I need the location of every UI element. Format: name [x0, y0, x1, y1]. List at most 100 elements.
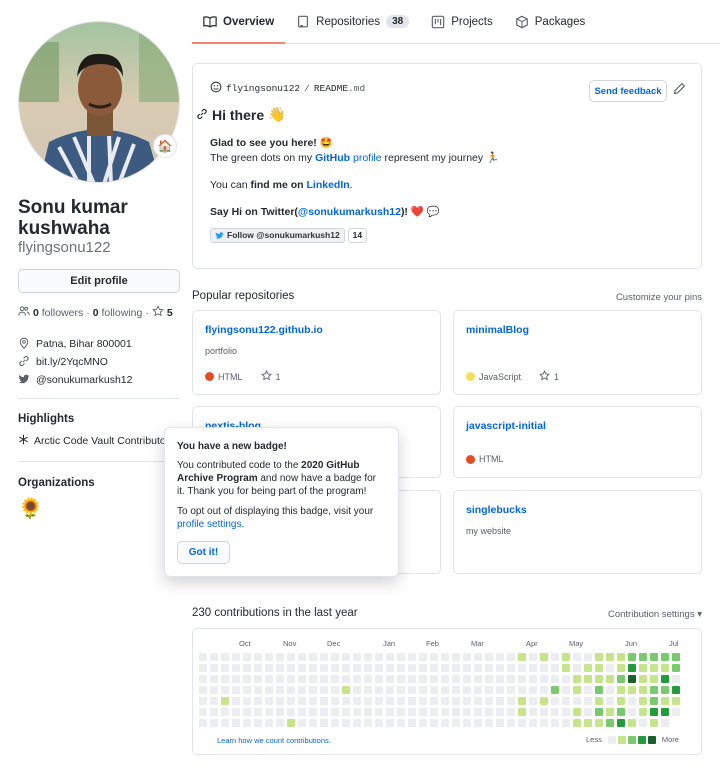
contribution-day[interactable]: [276, 708, 284, 716]
learn-contributions-link[interactable]: Learn how we count contributions.: [217, 736, 331, 745]
contribution-day[interactable]: [419, 708, 427, 716]
contribution-day[interactable]: [386, 686, 394, 694]
contribution-day[interactable]: [265, 675, 273, 683]
contribution-day[interactable]: [617, 653, 625, 661]
contribution-day[interactable]: [573, 675, 581, 683]
contribution-day[interactable]: [265, 719, 273, 727]
contribution-day[interactable]: [199, 697, 207, 705]
contribution-day[interactable]: [672, 653, 680, 661]
repo-name-link[interactable]: flyingsonu122.github.io: [205, 324, 323, 336]
contribution-day[interactable]: [463, 708, 471, 716]
contribution-day[interactable]: [661, 675, 669, 683]
contribution-day[interactable]: [430, 697, 438, 705]
contribution-day[interactable]: [518, 686, 526, 694]
contribution-day[interactable]: [595, 675, 603, 683]
contribution-day[interactable]: [287, 675, 295, 683]
contribution-day[interactable]: [221, 719, 229, 727]
contribution-day[interactable]: [507, 653, 515, 661]
contribution-day[interactable]: [474, 708, 482, 716]
contribution-day[interactable]: [375, 697, 383, 705]
tab-packages[interactable]: Packages: [504, 0, 597, 43]
contribution-day[interactable]: [276, 719, 284, 727]
contribution-day[interactable]: [617, 697, 625, 705]
contribution-day[interactable]: [386, 653, 394, 661]
contribution-day[interactable]: [353, 708, 361, 716]
contribution-day[interactable]: [639, 719, 647, 727]
contribution-day[interactable]: [210, 719, 218, 727]
contribution-day[interactable]: [386, 708, 394, 716]
contribution-day[interactable]: [430, 708, 438, 716]
contribution-day[interactable]: [617, 675, 625, 683]
contribution-day[interactable]: [276, 675, 284, 683]
contribution-day[interactable]: [309, 664, 317, 672]
contribution-day[interactable]: [320, 664, 328, 672]
contribution-day[interactable]: [419, 686, 427, 694]
contribution-day[interactable]: [353, 664, 361, 672]
twitter-handle-link[interactable]: @sonukumarkush12: [298, 206, 401, 218]
contribution-day[interactable]: [232, 686, 240, 694]
contribution-day[interactable]: [265, 664, 273, 672]
contribution-day[interactable]: [463, 686, 471, 694]
website-link[interactable]: bit.ly/2YqcMNO: [36, 356, 108, 368]
contribution-day[interactable]: [463, 653, 471, 661]
contribution-day[interactable]: [540, 697, 548, 705]
contribution-day[interactable]: [386, 719, 394, 727]
contribution-day[interactable]: [628, 675, 636, 683]
contribution-day[interactable]: [386, 675, 394, 683]
contribution-day[interactable]: [441, 675, 449, 683]
contribution-day[interactable]: [452, 686, 460, 694]
contribution-day[interactable]: [441, 686, 449, 694]
contribution-day[interactable]: [672, 686, 680, 694]
contribution-day[interactable]: [210, 686, 218, 694]
contribution-day[interactable]: [485, 675, 493, 683]
contribution-day[interactable]: [254, 653, 262, 661]
contribution-day[interactable]: [551, 708, 559, 716]
contribution-day[interactable]: [375, 719, 383, 727]
contribution-day[interactable]: [342, 664, 350, 672]
contribution-day[interactable]: [287, 664, 295, 672]
contribution-day[interactable]: [320, 686, 328, 694]
contribution-day[interactable]: [617, 708, 625, 716]
contribution-day[interactable]: [408, 653, 416, 661]
contribution-day[interactable]: [342, 697, 350, 705]
star-icon[interactable]: [260, 369, 272, 383]
contribution-day[interactable]: [551, 653, 559, 661]
tab-projects[interactable]: Projects: [420, 0, 504, 43]
tab-repositories[interactable]: Repositories 38: [285, 0, 420, 43]
contribution-day[interactable]: [298, 719, 306, 727]
contribution-day[interactable]: [276, 686, 284, 694]
contribution-day[interactable]: [254, 664, 262, 672]
contribution-day[interactable]: [342, 708, 350, 716]
contribution-day[interactable]: [529, 675, 537, 683]
contribution-day[interactable]: [243, 664, 251, 672]
repo-name-link[interactable]: minimalBlog: [466, 324, 529, 336]
contribution-day[interactable]: [353, 686, 361, 694]
contribution-day[interactable]: [463, 664, 471, 672]
contribution-day[interactable]: [430, 664, 438, 672]
contribution-day[interactable]: [650, 664, 658, 672]
contribution-day[interactable]: [221, 697, 229, 705]
contribution-day[interactable]: [221, 653, 229, 661]
contribution-day[interactable]: [243, 708, 251, 716]
contribution-day[interactable]: [309, 686, 317, 694]
contribution-day[interactable]: [452, 675, 460, 683]
contribution-day[interactable]: [551, 719, 559, 727]
contribution-day[interactable]: [463, 675, 471, 683]
contribution-day[interactable]: [243, 686, 251, 694]
contribution-day[interactable]: [496, 697, 504, 705]
contribution-day[interactable]: [639, 675, 647, 683]
contribution-day[interactable]: [364, 697, 372, 705]
contribution-day[interactable]: [353, 675, 361, 683]
contribution-day[interactable]: [463, 719, 471, 727]
contribution-day[interactable]: [661, 708, 669, 716]
contribution-day[interactable]: [463, 697, 471, 705]
edit-profile-button[interactable]: Edit profile: [18, 269, 180, 293]
contribution-day[interactable]: [584, 664, 592, 672]
contribution-day[interactable]: [628, 686, 636, 694]
contribution-day[interactable]: [254, 719, 262, 727]
contribution-day[interactable]: [441, 664, 449, 672]
contribution-day[interactable]: [562, 675, 570, 683]
contribution-day[interactable]: [364, 675, 372, 683]
contribution-day[interactable]: [573, 719, 581, 727]
contribution-day[interactable]: [628, 664, 636, 672]
